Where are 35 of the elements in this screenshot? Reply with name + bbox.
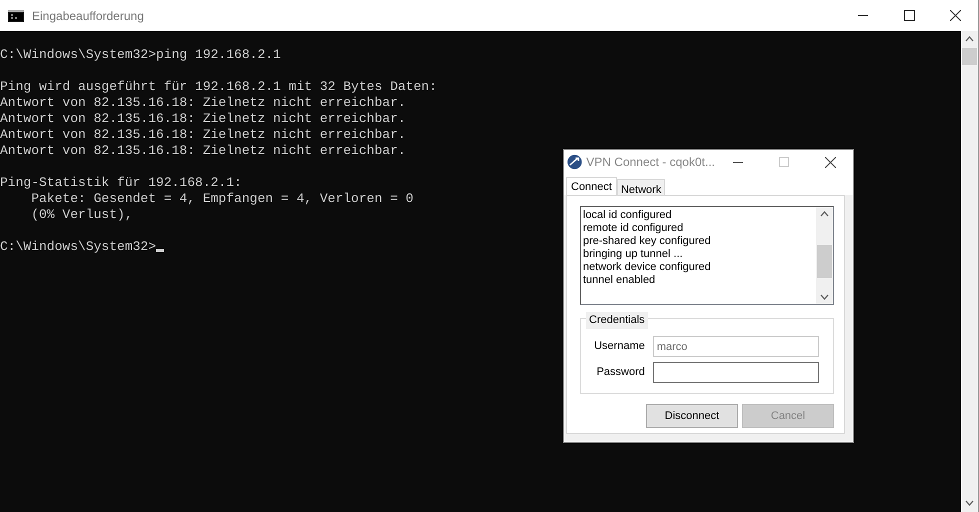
console-line: Pakete: Gesendet = 4, Empfangen = 4, Verloren = 0: [30, 191, 414, 207]
input-field[interactable]: [652, 362, 819, 383]
console-line: Antwort von 82.135.16.18: Zielnetz nicht erreichbar.: [0, 143, 406, 159]
log-entry: local id configured: [583, 209, 673, 222]
dialog-button[interactable]: Disconnect: [646, 404, 738, 428]
dialog-title: VPN Connect - cqok0t...: [586, 154, 715, 171]
scroll-up-icon[interactable]: [820, 209, 829, 219]
tab[interactable]: Connect: [566, 177, 617, 195]
field-label: Username: [594, 339, 645, 354]
log-entry: bringing up tunnel ...: [583, 248, 684, 261]
log-entry: pre-shared key configured: [583, 235, 712, 248]
console-line: C:\Windows\System32>: [0, 239, 164, 255]
scroll-down-icon[interactable]: [820, 292, 829, 302]
log-entry: tunnel enabled: [583, 274, 656, 287]
scrollbar[interactable]: [961, 31, 978, 512]
console-line: Ping-Statistik für 192.168.2.1:: [0, 175, 242, 191]
log-list[interactable]: local id configured remote id configured pre-shared key configured bringing up tunnel ... network device configured tunnel enabled: [580, 206, 834, 305]
tab[interactable]: Network: [616, 179, 666, 195]
scrollbar-thumb[interactable]: [817, 245, 832, 278]
console-line: Antwort von 82.135.16.18: Zielnetz nicht erreichbar.: [0, 127, 406, 143]
scrollbar-thumb[interactable]: [962, 48, 977, 65]
field-label: Password: [596, 365, 645, 380]
console-line: Ping wird ausgeführt für 192.168.2.1 mit 32 Bytes Daten:: [0, 79, 437, 95]
close-icon[interactable]: [950, 10, 960, 21]
log-entry: remote id configured: [583, 222, 684, 235]
close-icon[interactable]: [824, 156, 836, 168]
console-line: Antwort von 82.135.16.18: Zielnetz nicht erreichbar.: [0, 111, 406, 127]
console-line: Antwort von 82.135.16.18: Zielnetz nicht erreichbar.: [0, 95, 406, 111]
window-title: Eingabeaufforderung: [32, 8, 144, 24]
console-app-icon: [8, 10, 24, 22]
console-line: C:\Windows\System32>ping 192.168.2.1: [0, 47, 281, 63]
console-line: (0% Verlust),: [30, 207, 133, 223]
log-entry: network device configured: [583, 261, 712, 274]
maximize-icon[interactable]: [904, 10, 914, 21]
group-title: Credentials: [586, 312, 648, 328]
